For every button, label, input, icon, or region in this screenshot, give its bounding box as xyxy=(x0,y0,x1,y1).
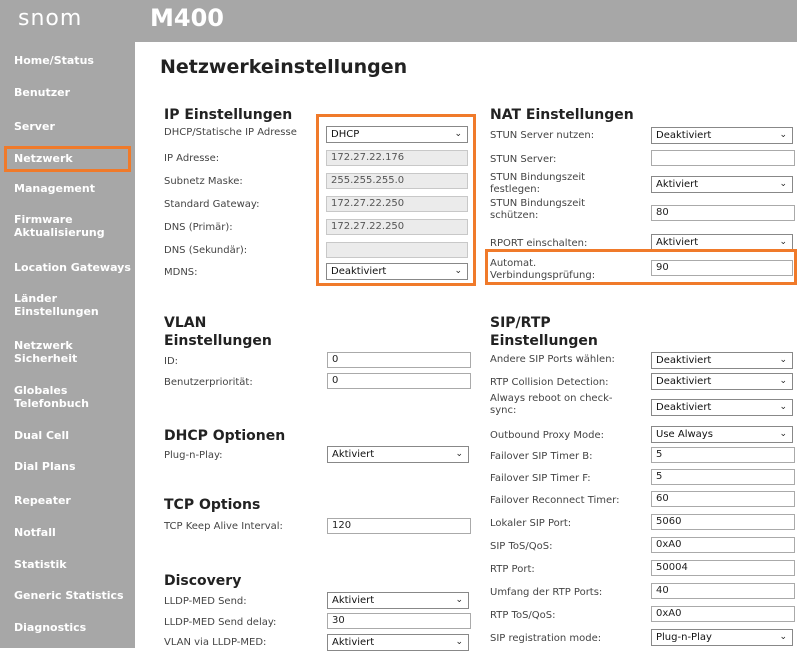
chevron-down-icon: ⌄ xyxy=(779,402,787,412)
stun-protect-label: STUN Bindungszeit schützen: xyxy=(490,198,586,221)
ip-address-label: IP Adresse: xyxy=(164,153,220,164)
chevron-down-icon: ⌄ xyxy=(779,179,787,189)
vlan-lldp-select[interactable]: Aktiviert ⌄ xyxy=(327,634,469,651)
chevron-down-icon: ⌄ xyxy=(779,632,787,642)
vlan-id-field[interactable]: 0 xyxy=(327,352,471,368)
stun-use-select[interactable]: Deaktiviert ⌄ xyxy=(651,127,793,144)
sidebar-item-diagnostics[interactable]: Diagnostics xyxy=(14,621,86,634)
lldp-send-label: LLDP-MED Send: xyxy=(164,596,247,607)
top-bar: snom M400 xyxy=(0,0,797,42)
rtp-range-label: Umfang der RTP Ports: xyxy=(490,587,603,598)
rtp-port-label: RTP Port: xyxy=(490,564,535,575)
rtp-port-field[interactable]: 50004 xyxy=(651,560,795,576)
lldp-send-select[interactable]: Aktiviert ⌄ xyxy=(327,592,469,609)
lldp-delay-field[interactable]: 30 xyxy=(327,613,471,629)
chevron-down-icon: ⌄ xyxy=(779,130,787,140)
vlan-prio-label: Benutzerpriorität: xyxy=(164,377,253,388)
tcp-options-title: TCP Options xyxy=(164,497,261,513)
sip-tos-label: SIP ToS/QoS: xyxy=(490,541,553,552)
vlan-section-title: VLAN Einstellungen xyxy=(164,315,272,349)
other-ports-label: Andere SIP Ports wählen: xyxy=(490,354,615,365)
discovery-title: Discovery xyxy=(164,573,242,589)
tcp-keepalive-field[interactable]: 120 xyxy=(327,518,471,534)
sidebar-item-laender[interactable]: Länder Einstellungen xyxy=(14,292,109,318)
sip-reg-mode-select[interactable]: Plug-n-Play ⌄ xyxy=(651,629,793,646)
outbound-proxy-label: Outbound Proxy Mode: xyxy=(490,430,604,441)
sip-reg-mode-label: SIP registration mode: xyxy=(490,633,602,644)
sidebar-item-statistik[interactable]: Statistik xyxy=(14,558,67,571)
chevron-down-icon: ⌄ xyxy=(779,355,787,365)
sidebar: Home/Status Benutzer Server Netzwerk Man… xyxy=(0,42,135,648)
vlan-prio-field[interactable]: 0 xyxy=(327,373,471,389)
page-title: Netzwerkeinstellungen xyxy=(160,56,408,78)
sidebar-item-repeater[interactable]: Repeater xyxy=(14,494,71,507)
sidebar-item-home-status[interactable]: Home/Status xyxy=(14,54,94,67)
dns-secondary-label: DNS (Sekundär): xyxy=(164,245,248,256)
gateway-label: Standard Gateway: xyxy=(164,199,260,210)
chevron-down-icon: ⌄ xyxy=(779,237,787,247)
sip-tos-field[interactable]: 0xA0 xyxy=(651,537,795,553)
sidebar-item-generic-statistics[interactable]: Generic Statistics xyxy=(14,589,124,602)
timer-b-label: Failover SIP Timer B: xyxy=(490,451,593,462)
always-reboot-label: Always reboot on check-sync: xyxy=(490,393,613,416)
sidebar-item-management[interactable]: Management xyxy=(14,182,95,195)
sip-section-title: SIP/RTP Einstellungen xyxy=(490,315,598,349)
stun-protect-field[interactable]: 80 xyxy=(651,205,795,221)
dhcp-options-title: DHCP Optionen xyxy=(164,428,286,444)
lldp-delay-label: LLDP-MED Send delay: xyxy=(164,617,277,628)
tcp-keepalive-label: TCP Keep Alive Interval: xyxy=(164,521,283,532)
reconnect-timer-label: Failover Reconnect Timer: xyxy=(490,495,620,506)
sidebar-item-notfall[interactable]: Notfall xyxy=(14,526,56,539)
active-item-highlight xyxy=(4,146,131,172)
timer-f-field[interactable]: 5 xyxy=(651,469,795,485)
sidebar-item-location-gateways[interactable]: Location Gateways xyxy=(14,261,131,274)
other-ports-select[interactable]: Deaktiviert ⌄ xyxy=(651,352,793,369)
sidebar-item-dual-cell[interactable]: Dual Cell xyxy=(14,429,69,442)
local-sip-port-field[interactable]: 5060 xyxy=(651,514,795,530)
vlan-lldp-label: VLAN via LLDP-MED: xyxy=(164,637,267,648)
outbound-proxy-select[interactable]: Use Always ⌄ xyxy=(651,426,793,443)
dhcp-label: DHCP/Statische IP Adresse xyxy=(164,127,297,138)
always-reboot-select[interactable]: Deaktiviert ⌄ xyxy=(651,399,793,416)
rtp-collision-select[interactable]: Deaktiviert ⌄ xyxy=(651,373,793,390)
sidebar-item-benutzer[interactable]: Benutzer xyxy=(14,86,70,99)
chevron-down-icon: ⌄ xyxy=(779,376,787,386)
stun-bind-label: STUN Bindungszeit festlegen: xyxy=(490,172,586,195)
ip-highlight-box xyxy=(316,114,476,286)
snom-logo: snom xyxy=(18,6,83,31)
reconnect-timer-field[interactable]: 60 xyxy=(651,491,795,507)
sidebar-item-firmware[interactable]: Firmware Aktualisierung xyxy=(14,213,124,239)
rtp-tos-label: RTP ToS/QoS: xyxy=(490,610,556,621)
plug-n-play-label: Plug-n-Play: xyxy=(164,450,223,461)
stun-bind-select[interactable]: Aktiviert ⌄ xyxy=(651,176,793,193)
mdns-label: MDNS: xyxy=(164,267,198,278)
ip-section-title: IP Einstellungen xyxy=(164,107,293,123)
stun-server-label: STUN Server: xyxy=(490,154,557,165)
chevron-down-icon: ⌄ xyxy=(455,595,463,605)
timer-b-field[interactable]: 5 xyxy=(651,447,795,463)
sidebar-item-dial-plans[interactable]: Dial Plans xyxy=(14,460,76,473)
sidebar-item-server[interactable]: Server xyxy=(14,120,55,133)
sidebar-item-netzwerk-sicherheit[interactable]: Netzwerk Sicherheit xyxy=(14,339,109,365)
subnet-mask-label: Subnetz Maske: xyxy=(164,176,243,187)
chevron-down-icon: ⌄ xyxy=(779,429,787,439)
chevron-down-icon: ⌄ xyxy=(455,449,463,459)
plug-n-play-select[interactable]: Aktiviert ⌄ xyxy=(327,446,469,463)
rtp-collision-label: RTP Collision Detection: xyxy=(490,377,609,388)
nat-section-title: NAT Einstellungen xyxy=(490,107,634,123)
sidebar-item-telefonbuch[interactable]: Globales Telefonbuch xyxy=(14,384,109,410)
stun-use-label: STUN Server nutzen: xyxy=(490,130,595,141)
stun-server-field[interactable] xyxy=(651,150,795,166)
timer-f-label: Failover SIP Timer F: xyxy=(490,473,591,484)
rtp-tos-field[interactable]: 0xA0 xyxy=(651,606,795,622)
local-sip-port-label: Lokaler SIP Port: xyxy=(490,518,572,529)
model-name: M400 xyxy=(150,4,224,32)
rtp-range-field[interactable]: 40 xyxy=(651,583,795,599)
dns-primary-label: DNS (Primär): xyxy=(164,222,233,233)
vlan-id-label: ID: xyxy=(164,356,179,367)
auto-check-highlight-box xyxy=(485,249,797,285)
